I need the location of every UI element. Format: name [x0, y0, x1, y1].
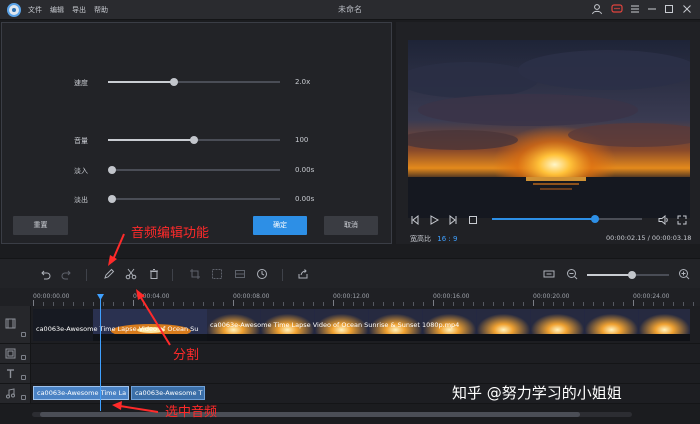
annotation-audio-edit: 音频编辑功能 — [131, 226, 210, 241]
annotation-split: 分割 — [173, 348, 200, 363]
annotation-arrows — [108, 233, 171, 413]
watermark: 知乎 @努力学习的小姐姐 — [452, 384, 622, 402]
annotation-select-audio: 选中音频 — [165, 405, 218, 420]
